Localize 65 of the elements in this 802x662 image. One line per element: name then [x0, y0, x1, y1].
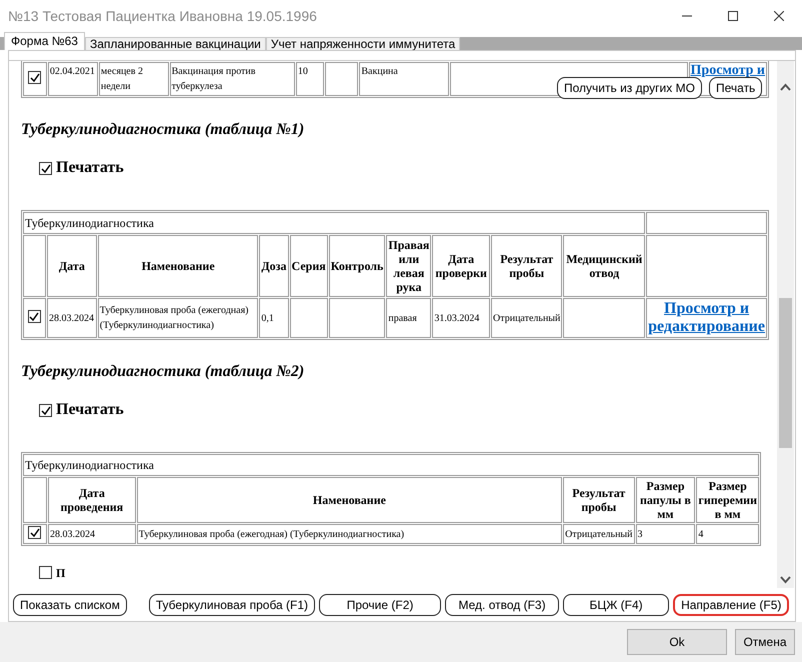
dialog-button[interactable]: Ok: [627, 629, 727, 655]
checkbox[interactable]: [39, 566, 52, 579]
scroll-thumb[interactable]: [779, 298, 792, 448]
column-header: Размер папулы в мм: [636, 477, 696, 523]
window-title: №13 Тестовая Пациентка Ивановна 19.05.1996: [8, 6, 318, 26]
print-label: Печатать: [56, 400, 124, 420]
maximize-icon[interactable]: [728, 11, 738, 21]
table-cell: Вакцинация против туберкулеза: [172, 66, 256, 92]
column-header: Дата проверки: [432, 235, 490, 297]
column-header: Наменование: [98, 235, 258, 297]
column-header: Наменование: [136, 477, 562, 523]
edit-link[interactable]: Просмотр и редактирование: [648, 300, 765, 336]
table-cell: 0,1: [261, 312, 274, 324]
table-cell: 02.04.2021: [50, 66, 95, 77]
column-header: Доза: [259, 235, 288, 297]
print-button[interactable]: Печать: [709, 77, 762, 99]
action-button[interactable]: Мед. отвод (F3): [445, 594, 560, 616]
table-cell: месяцев 2 недели: [100, 66, 143, 92]
column-header: Медицинский отвод: [563, 235, 646, 297]
table-cell: 31.03.2024: [434, 312, 480, 324]
column-header: Правая или левая рука: [386, 235, 432, 297]
table-cell: 3: [638, 528, 642, 540]
tab[interactable]: Учет напряженности иммунитета: [266, 37, 460, 50]
checkbox[interactable]: [28, 526, 42, 539]
column-header: Результат пробы: [563, 477, 634, 523]
section-heading: Туберкулинодиагностика (таблица №2): [21, 362, 306, 382]
action-button[interactable]: Прочие (F2): [319, 594, 442, 616]
table-cell: 28.03.2024: [48, 312, 94, 324]
checkbox[interactable]: [39, 404, 52, 416]
table-caption: Туберкулинодиагностика: [25, 458, 154, 472]
tab[interactable]: Запланированные вакцинации: [84, 37, 266, 50]
table-cell: Отрицательный: [565, 528, 632, 540]
table-cell: 10: [298, 66, 308, 77]
action-button[interactable]: Туберкулиновая проба (F1): [148, 594, 316, 616]
tab[interactable]: Форма №63: [4, 32, 85, 50]
table-cell: 4: [698, 528, 704, 540]
scrollbar[interactable]: [777, 61, 794, 588]
table-cell: Туберкулиновая проба (ежегодная) (Туберкулинодиагностика): [138, 528, 404, 540]
table-cell: 28.03.2024: [50, 528, 95, 540]
dialog-button[interactable]: Отмена: [735, 629, 795, 655]
action-button[interactable]: Направление (F5): [673, 594, 790, 616]
table-cell: Отрицательный: [493, 312, 560, 324]
column-header: Дата проведения: [48, 477, 136, 523]
edit-link[interactable]: Просмотр и: [690, 64, 765, 78]
fetch-button[interactable]: Получить из других МО: [557, 77, 702, 99]
column-header: Серия: [290, 235, 328, 297]
column-header: Результат пробы: [491, 235, 562, 297]
column-header: Дата: [46, 235, 97, 297]
show-list-button[interactable]: Показать списком: [13, 594, 127, 616]
scroll-down-icon[interactable]: [780, 576, 791, 584]
column-header: Размер гиперемии в мм: [696, 477, 759, 523]
print-label: Печатать: [56, 158, 124, 178]
close-icon[interactable]: [774, 11, 784, 21]
print-label: П: [56, 566, 66, 578]
checkbox[interactable]: [39, 162, 52, 174]
table-cell: Туберкулиновая проба (ежегодная) (Туберкулинодиагностика): [100, 305, 249, 331]
section-heading: Туберкулинодиагностика (таблица №1): [21, 120, 306, 140]
scroll-up-icon[interactable]: [780, 83, 791, 91]
table-caption: Туберкулинодиагностика: [25, 216, 154, 230]
checkbox[interactable]: [28, 310, 41, 323]
checkbox[interactable]: [28, 71, 42, 84]
column-header: Контроль: [328, 235, 386, 297]
action-button[interactable]: БЦЖ (F4): [563, 594, 670, 616]
table-cell: правая: [388, 312, 417, 324]
table-cell: Вакцина: [361, 66, 398, 77]
